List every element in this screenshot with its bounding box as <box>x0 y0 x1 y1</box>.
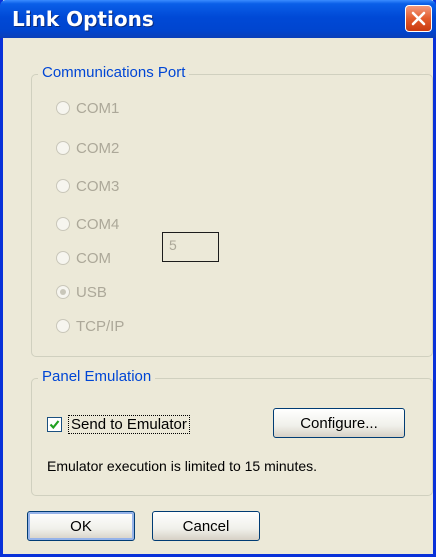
radio-tcpip[interactable]: TCP/IP <box>56 315 124 337</box>
radio-com4[interactable]: COM4 <box>56 213 119 235</box>
checkmark-icon <box>49 420 60 430</box>
radio-label: COM3 <box>76 177 120 195</box>
communications-port-label: Communications Port <box>38 64 190 81</box>
radio-button[interactable] <box>56 141 70 155</box>
close-icon <box>411 11 426 26</box>
radio-button[interactable] <box>56 285 70 299</box>
radio-label: COM1 <box>76 99 120 117</box>
radio-button[interactable] <box>56 251 70 265</box>
configure-button[interactable]: Configure... <box>273 408 405 438</box>
emulator-limit-note: Emulator execution is limited to 15 minu… <box>47 458 318 474</box>
radio-usb[interactable]: USB <box>56 281 107 303</box>
radio-button[interactable] <box>56 319 70 333</box>
radio-com2[interactable]: COM2 <box>56 137 119 159</box>
title-bar: Link Options <box>0 0 436 38</box>
radio-label: COM <box>76 249 111 267</box>
checkbox[interactable] <box>47 417 62 432</box>
link-options-dialog: Link Options Communications Port COM1 CO… <box>0 0 436 557</box>
radio-com-custom[interactable]: COM <box>56 247 111 269</box>
com-number-input[interactable]: 5 <box>162 232 219 262</box>
panel-emulation-group: Panel Emulation Send to Emulator Configu… <box>31 368 433 496</box>
radio-button[interactable] <box>56 101 70 115</box>
ok-button[interactable]: OK <box>27 511 135 541</box>
radio-button[interactable] <box>56 179 70 193</box>
window-title: Link Options <box>12 7 154 31</box>
send-to-emulator-checkbox[interactable]: Send to Emulator <box>47 415 190 434</box>
radio-label: COM4 <box>76 215 120 233</box>
send-to-emulator-label: Send to Emulator <box>68 415 190 434</box>
communications-port-group: Communications Port COM1 COM2 COM3 COM4 … <box>31 64 433 357</box>
radio-com3[interactable]: COM3 <box>56 175 119 197</box>
radio-label: COM2 <box>76 139 120 157</box>
panel-emulation-label: Panel Emulation <box>38 368 156 385</box>
radio-button[interactable] <box>56 217 70 231</box>
radio-label: USB <box>76 283 107 301</box>
radio-com1[interactable]: COM1 <box>56 97 119 119</box>
close-button[interactable] <box>405 5 432 32</box>
radio-label: TCP/IP <box>76 317 125 335</box>
cancel-button[interactable]: Cancel <box>152 511 260 541</box>
